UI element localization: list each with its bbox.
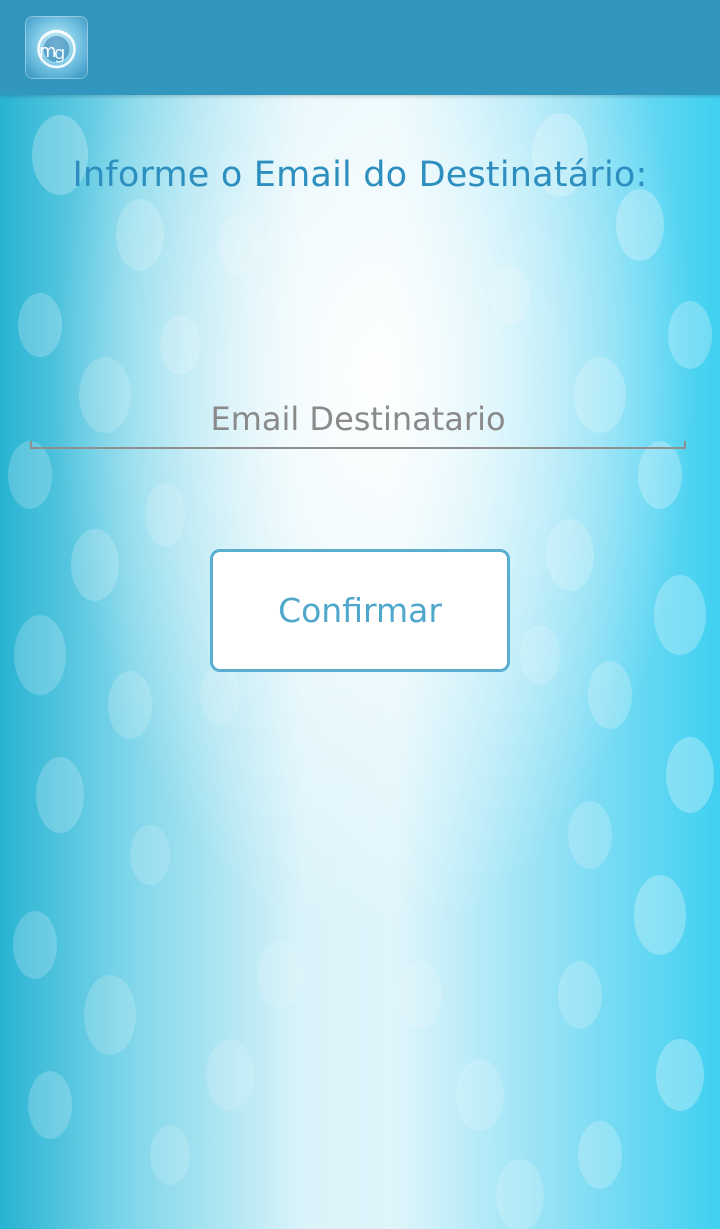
app-logo-icon[interactable]: m g xyxy=(25,16,88,79)
confirm-button[interactable]: Confirmar xyxy=(210,549,510,672)
page-title: Informe o Email do Destinatário: xyxy=(72,155,648,195)
svg-text:g: g xyxy=(54,43,65,64)
email-field-underline xyxy=(30,441,686,449)
action-bar: m g xyxy=(0,0,720,95)
screen: m g Informe o Email do Destinatário: Ema… xyxy=(0,0,720,1229)
content-area: Informe o Email do Destinatário: Confirm… xyxy=(0,95,720,1229)
